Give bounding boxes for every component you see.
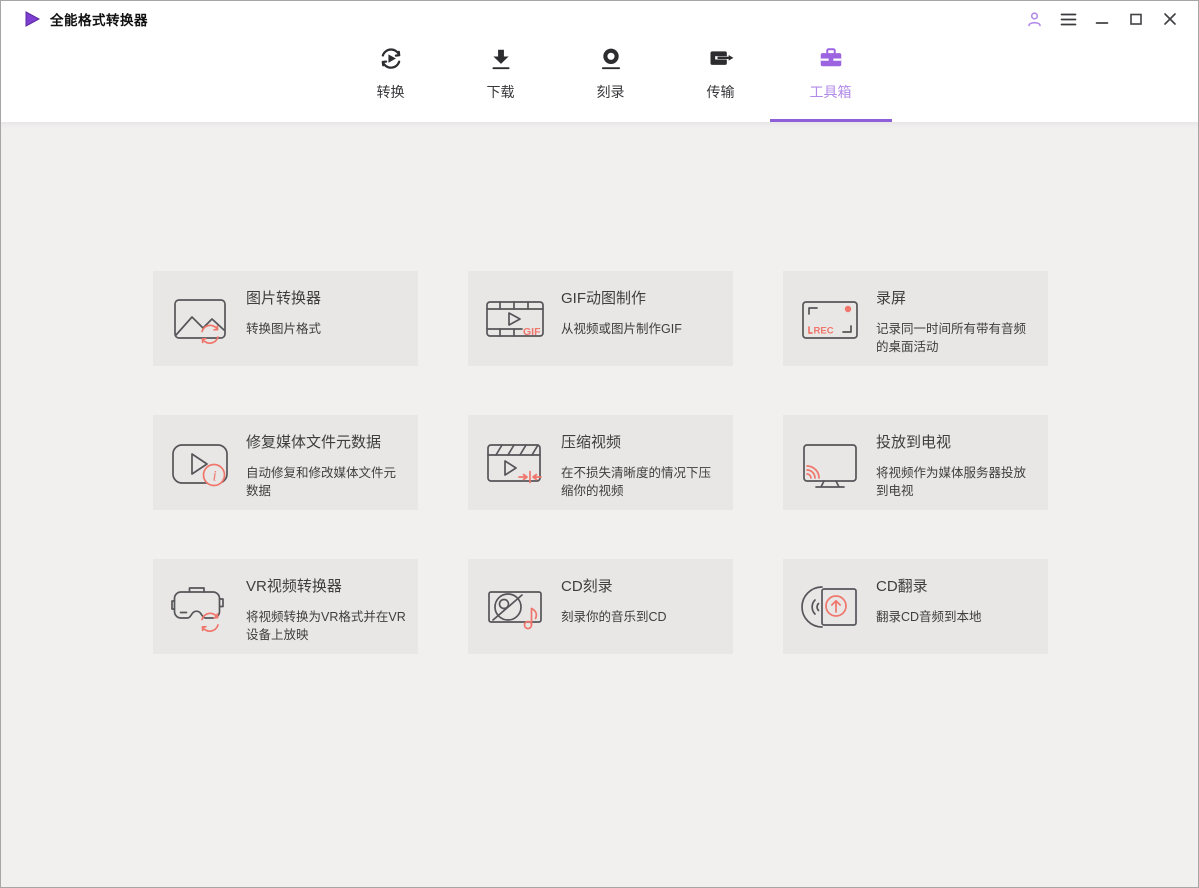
app-logo-play-icon: [23, 10, 41, 28]
card-desc: 将视频作为媒体服务器投放到电视: [876, 466, 1027, 499]
card-compress-video[interactable]: 压缩视频 在不损失清晰度的情况下压缩你的视频: [468, 415, 733, 510]
card-fix-metadata[interactable]: i 修复媒体文件元数据 自动修复和修改媒体文件元数据: [153, 415, 418, 510]
card-image-converter[interactable]: 图片转换器 转换图片格式: [153, 271, 418, 366]
card-title: GIF动图制作: [561, 290, 646, 307]
card-cast-to-tv[interactable]: 投放到电视 将视频作为媒体服务器投放到电视: [783, 415, 1048, 510]
nav-tabs: 转换 下载 刻录 传输 工具箱: [353, 43, 869, 122]
tab-burn-label: 刻录: [596, 84, 625, 100]
transfer-icon: [707, 43, 735, 73]
card-title: 投放到电视: [876, 434, 952, 451]
toolbox-panel: 图片转换器 转换图片格式 GIF GIF动图制作 从视频或图片制作GIF REC…: [1, 122, 1198, 887]
app-title: 全能格式转换器: [50, 13, 148, 28]
burn-icon: [598, 43, 624, 73]
maximize-icon[interactable]: [1126, 9, 1146, 29]
card-desc: 在不损失清晰度的情况下压缩你的视频: [561, 466, 712, 499]
cd-burn-icon: [488, 590, 542, 629]
card-title: 图片转换器: [246, 290, 322, 307]
fix-metadata-icon: i: [172, 443, 228, 486]
card-title: CD刻录: [561, 578, 613, 595]
tab-toolbox-label: 工具箱: [809, 84, 852, 100]
card-desc: 记录同一时间所有带有音频的桌面活动: [876, 322, 1027, 355]
card-desc: 刻录你的音乐到CD: [561, 610, 667, 624]
tab-toolbox[interactable]: 工具箱: [793, 43, 869, 122]
card-desc: 转换图片格式: [246, 322, 322, 336]
card-desc: 从视频或图片制作GIF: [561, 322, 682, 336]
cast-to-tv-icon: [803, 443, 857, 488]
card-cd-rip[interactable]: CD翻录 翻录CD音频到本地: [783, 559, 1048, 654]
vr-converter-icon: [171, 586, 224, 632]
account-icon[interactable]: [1024, 9, 1044, 29]
titlebar-controls: [1024, 1, 1180, 37]
menu-icon[interactable]: [1058, 9, 1078, 29]
gif-maker-icon: GIF: [486, 300, 544, 338]
rec-icon-text: REC: [814, 325, 834, 336]
gif-icon-text: GIF: [523, 326, 541, 338]
card-vr-converter[interactable]: VR视频转换器 将视频转换为VR格式并在VR设备上放映: [153, 559, 418, 654]
tab-convert-label: 转换: [376, 84, 405, 100]
image-converter-icon: [174, 298, 226, 344]
close-icon[interactable]: [1160, 9, 1180, 29]
tab-download[interactable]: 下载: [463, 43, 539, 122]
title-bar: 全能格式转换器: [1, 1, 1198, 37]
card-desc: 自动修复和修改媒体文件元数据: [246, 466, 397, 499]
card-gif-maker[interactable]: GIF GIF动图制作 从视频或图片制作GIF: [468, 271, 733, 366]
card-title: 修复媒体文件元数据: [246, 434, 382, 451]
card-screen-recorder[interactable]: REC 录屏 记录同一时间所有带有音频的桌面活动: [783, 271, 1048, 366]
card-title: CD翻录: [876, 578, 928, 595]
download-icon: [488, 43, 514, 73]
convert-icon: [376, 43, 406, 73]
tab-convert[interactable]: 转换: [353, 43, 429, 122]
minimize-icon[interactable]: [1092, 9, 1112, 29]
card-title: 录屏: [876, 290, 907, 307]
nav-bar: 转换 下载 刻录 传输 工具箱: [1, 37, 1198, 122]
screen-recorder-icon: REC: [802, 300, 858, 339]
card-title: VR视频转换器: [246, 578, 342, 595]
info-icon-text: i: [213, 468, 217, 484]
card-desc: 将视频转换为VR格式并在VR设备上放映: [246, 610, 406, 643]
tab-transfer-label: 传输: [706, 84, 735, 100]
tool-card-grid: 图片转换器 转换图片格式 GIF GIF动图制作 从视频或图片制作GIF REC…: [153, 271, 1048, 654]
app-window: 全能格式转换器 转换 下载 刻录 传输 工具箱 图片转换器 转换图片格式 GIF…: [0, 0, 1199, 888]
card-cd-burn[interactable]: CD刻录 刻录你的音乐到CD: [468, 559, 733, 654]
tab-burn[interactable]: 刻录: [573, 43, 649, 122]
toolbox-icon: [817, 43, 845, 73]
card-title: 压缩视频: [561, 434, 622, 451]
cd-rip-icon: [801, 585, 857, 628]
tab-download-label: 下载: [486, 84, 515, 100]
tab-transfer[interactable]: 传输: [683, 43, 759, 122]
compress-video-icon: [487, 443, 542, 483]
card-desc: 翻录CD音频到本地: [876, 610, 982, 624]
